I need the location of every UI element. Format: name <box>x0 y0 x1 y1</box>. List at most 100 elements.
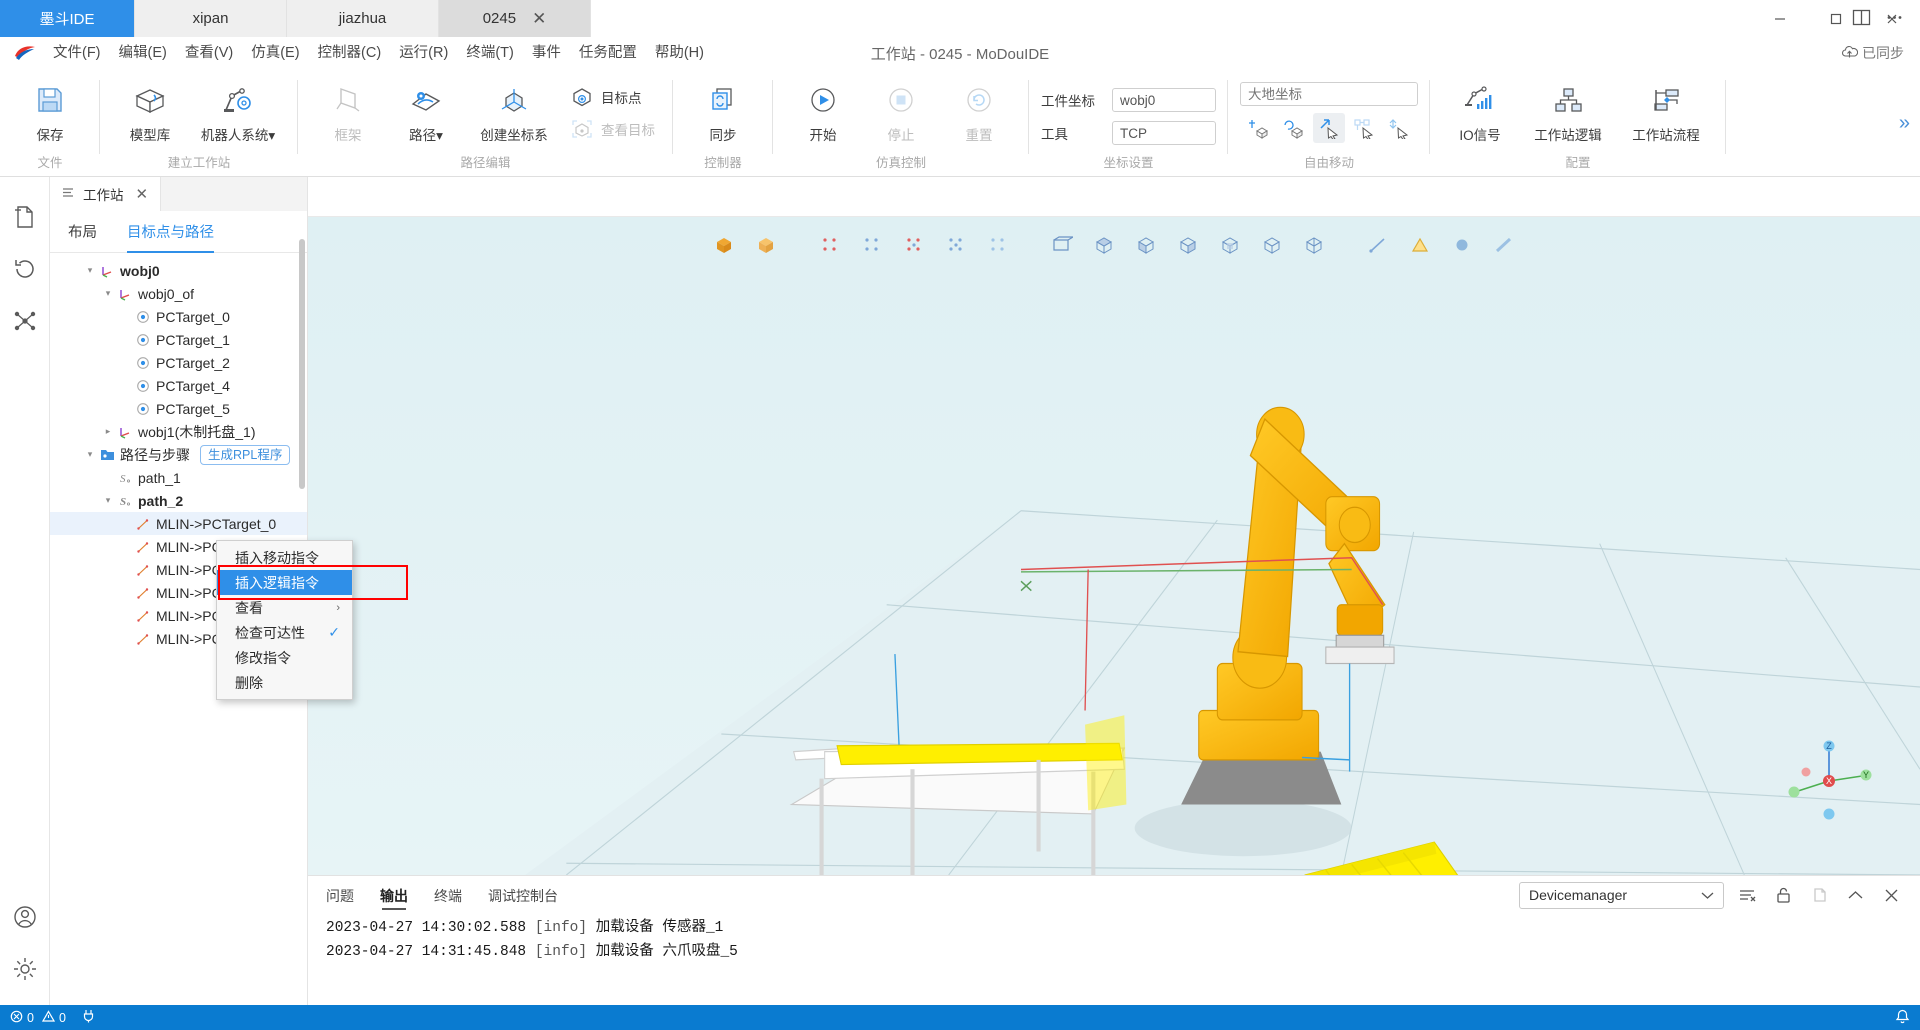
stop-button[interactable]: 停止 <box>863 77 939 144</box>
close-icon[interactable]: ✕ <box>136 185 149 203</box>
box-wire-icon[interactable] <box>748 228 784 262</box>
context-menu-item[interactable]: 检查可达性✓ <box>217 620 352 645</box>
reset-button[interactable]: 重置 <box>941 77 1017 144</box>
cube-back-icon[interactable] <box>1296 228 1332 262</box>
status-warnings[interactable]: 0 <box>42 1010 66 1026</box>
rotate-icon[interactable] <box>1278 113 1310 143</box>
model-library-button[interactable]: 模型库 <box>112 77 188 144</box>
tree-item[interactable]: ▾wobj0 <box>50 259 307 282</box>
context-menu-item[interactable]: 修改指令 <box>217 645 352 670</box>
menu-run[interactable]: 运行(R) <box>390 37 457 70</box>
context-menu-item[interactable]: 删除 <box>217 670 352 695</box>
context-menu-item[interactable]: 查看› <box>217 595 352 620</box>
measure-angle-icon[interactable] <box>1402 228 1438 262</box>
chevron-down-icon[interactable]: ▾ <box>100 495 116 506</box>
dots-grid-b-icon[interactable] <box>854 228 890 262</box>
cube-left-icon[interactable] <box>1212 228 1248 262</box>
context-menu[interactable]: 插入移动指令插入逻辑指令查看›检查可达性✓修改指令删除 <box>216 540 353 700</box>
tab-output[interactable]: 输出 <box>380 876 408 914</box>
window-tab-ide[interactable]: 墨斗IDE <box>0 0 135 37</box>
create-coordinate-button[interactable]: 创建坐标系 <box>466 77 562 144</box>
window-tab-jiazhua[interactable]: jiazhua <box>287 0 439 37</box>
multi-select-icon[interactable] <box>1383 113 1415 143</box>
tree-item[interactable]: PCTarget_4 <box>50 374 307 397</box>
menu-terminal[interactable]: 终端(T) <box>457 37 523 70</box>
dots-grid-e-icon[interactable] <box>980 228 1016 262</box>
tree-item[interactable]: PCTarget_5 <box>50 397 307 420</box>
frame-button[interactable]: 框架 <box>310 77 386 144</box>
chevron-down-icon[interactable]: ▾ <box>82 265 98 276</box>
tree-item[interactable]: ▾wobj0_of <box>50 282 307 305</box>
collapse-icon[interactable] <box>1842 882 1868 908</box>
cube-top-icon[interactable] <box>1086 228 1122 262</box>
context-menu-item[interactable]: 插入逻辑指令 <box>217 570 352 595</box>
reference-coordinate-input[interactable] <box>1240 82 1418 106</box>
clear-output-icon[interactable] <box>1734 882 1760 908</box>
minimize-icon[interactable] <box>1752 0 1808 37</box>
tab-terminal[interactable]: 终端 <box>434 876 462 914</box>
files-icon[interactable] <box>0 191 50 243</box>
tree-scrollbar[interactable] <box>299 239 305 489</box>
station-logic-button[interactable]: 工作站逻辑 <box>1520 77 1616 144</box>
menu-file[interactable]: 文件(F) <box>44 37 110 70</box>
chevron-right-icon[interactable]: ▸ <box>100 426 116 437</box>
output-channel-select[interactable]: Devicemanager <box>1519 882 1724 909</box>
menu-task-config[interactable]: 任务配置 <box>570 37 646 70</box>
settings-gear-icon[interactable] <box>0 943 50 995</box>
account-icon[interactable] <box>0 891 50 943</box>
sync-button[interactable]: 同步 <box>685 77 761 144</box>
path-button[interactable]: 路径▾ <box>388 77 464 144</box>
tool-input[interactable] <box>1112 121 1216 145</box>
more-actions-icon[interactable] <box>1885 8 1904 30</box>
status-connection[interactable] <box>82 1009 95 1026</box>
save-button[interactable]: 保存 <box>12 77 88 144</box>
dots-grid-a-icon[interactable] <box>812 228 848 262</box>
plane-icon[interactable] <box>1044 228 1080 262</box>
tree-item[interactable]: PCTarget_1 <box>50 328 307 351</box>
tab-targets-and-paths[interactable]: 目标点与路径 <box>127 211 214 253</box>
window-tab-0245[interactable]: 0245 ✕ <box>439 0 591 37</box>
translate-icon[interactable] <box>1243 113 1275 143</box>
io-signal-button[interactable]: IO信号 <box>1442 77 1518 144</box>
dots-grid-d-icon[interactable] <box>938 228 974 262</box>
window-tab-xipan[interactable]: xipan <box>135 0 287 37</box>
tree-item[interactable]: MLIN->PCTarget_0 <box>50 512 307 535</box>
menu-edit[interactable]: 编辑(E) <box>110 37 176 70</box>
cube-iso-icon[interactable] <box>1170 228 1206 262</box>
start-button[interactable]: 开始 <box>785 77 861 144</box>
menu-help[interactable]: 帮助(H) <box>646 37 713 70</box>
ribbon-expand-icon[interactable]: » <box>1899 112 1910 135</box>
status-errors[interactable]: 0 <box>10 1010 34 1026</box>
lock-icon[interactable] <box>1770 882 1796 908</box>
3d-viewport[interactable]: Z Y X <box>308 217 1920 875</box>
station-flow-button[interactable]: 工作站流程 <box>1618 77 1714 144</box>
dots-grid-c-icon[interactable] <box>896 228 932 262</box>
measure-diag-icon[interactable] <box>1486 228 1522 262</box>
select-arrow-icon[interactable] <box>1313 113 1345 143</box>
tab-problems[interactable]: 问题 <box>326 876 354 914</box>
robot-system-button[interactable]: 机器人系统▾ <box>190 77 286 144</box>
tree-item[interactable]: PCTarget_0 <box>50 305 307 328</box>
box-solid-icon[interactable] <box>706 228 742 262</box>
measure-point-icon[interactable] <box>1444 228 1480 262</box>
chevron-down-icon[interactable]: ▾ <box>82 449 98 460</box>
menu-events[interactable]: 事件 <box>523 37 570 70</box>
close-icon[interactable] <box>1878 882 1904 908</box>
menu-view[interactable]: 查看(V) <box>176 37 242 70</box>
context-menu-item[interactable]: 插入移动指令 <box>217 545 352 570</box>
measure-line-icon[interactable] <box>1360 228 1396 262</box>
tree-item[interactable]: PCTarget_2 <box>50 351 307 374</box>
view-target-button[interactable]: 查看目标 <box>564 113 661 145</box>
bell-icon[interactable] <box>1895 1009 1910 1027</box>
chevron-down-icon[interactable]: ▾ <box>100 288 116 299</box>
axis-gizmo[interactable]: Z Y X <box>1784 736 1874 829</box>
tab-debug-console[interactable]: 调试控制台 <box>488 876 558 914</box>
tree-item[interactable]: ▾Spath_2 <box>50 489 307 512</box>
cube-front-icon[interactable] <box>1128 228 1164 262</box>
menu-simulation[interactable]: 仿真(E) <box>242 37 308 70</box>
generate-rpl-program-button[interactable]: 生成RPL程序 <box>200 445 290 465</box>
menu-controller[interactable]: 控制器(C) <box>309 37 391 70</box>
panel-tab-workstation[interactable]: 工作站 ✕ <box>50 177 161 211</box>
split-editor-icon[interactable] <box>1852 8 1871 30</box>
close-icon[interactable]: ✕ <box>532 10 546 27</box>
